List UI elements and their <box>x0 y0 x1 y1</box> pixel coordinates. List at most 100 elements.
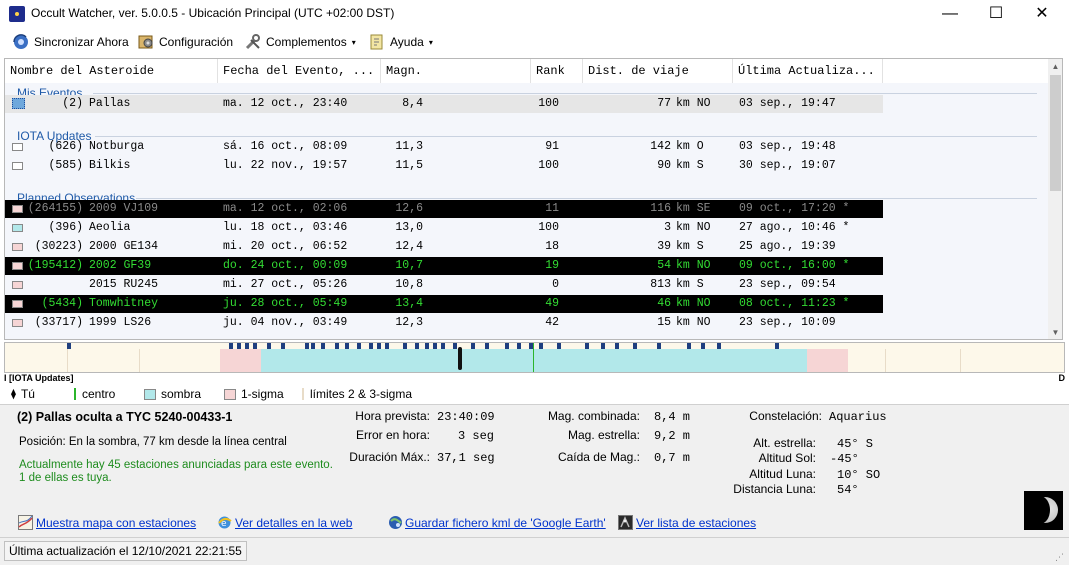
group-divider <box>136 198 1037 199</box>
column-header-asteroid[interactable]: Nombre del Asteroide <box>5 59 218 83</box>
event-status-flag-icon <box>12 319 23 327</box>
event-date: do. 24 oct., 00:09 <box>223 259 348 272</box>
timeline-station-tick <box>717 343 721 349</box>
event-rank: 100 <box>538 159 559 172</box>
list-header: Nombre del Asteroide Fecha del Evento, .… <box>5 59 1050 83</box>
event-row[interactable]: (585) Bilkis lu. 22 nov., 19:57 11,5 100 90 km… <box>5 157 883 175</box>
event-magnitude: 10,8 <box>395 278 423 291</box>
event-row[interactable]: (5434) Tomwhitney ju. 28 oct., 05:49 13,4 49… <box>5 295 883 313</box>
last-update-status: Última actualización el 12/10/2021 22:21… <box>4 541 247 561</box>
event-rank: 19 <box>545 259 559 272</box>
legend-you: ⧫ Tú <box>11 387 35 401</box>
column-header-date[interactable]: Fecha del Evento, ... <box>218 59 381 83</box>
event-row[interactable]: (264155) 2009 VJ109 ma. 12 oct., 02:06 12,6… <box>5 200 883 218</box>
view-web-details-link[interactable]: Ver detalles en la web <box>235 516 352 530</box>
plugins-menu[interactable]: Complementos ▾ <box>244 32 356 52</box>
event-status-flag-icon <box>12 143 23 151</box>
timeline-station-tick <box>557 343 561 349</box>
timeline-station-tick <box>237 343 241 349</box>
event-row[interactable]: (33717) 1999 LS26 ju. 04 nov., 03:49 12,3 42… <box>5 314 883 332</box>
event-last-updated: 09 oct., 17:20 * <box>739 202 850 215</box>
event-rank: 11 <box>545 202 559 215</box>
event-magnitude: 11,5 <box>395 159 423 172</box>
timeline-station-tick <box>415 343 419 349</box>
moon-altitude-value: 10° SO <box>837 468 881 482</box>
timeline-station-tick <box>403 343 407 349</box>
asteroid-name: Notburga <box>89 140 145 153</box>
asteroid-name: 2009 VJ109 <box>89 202 159 215</box>
event-rank: 0 <box>552 278 559 291</box>
column-header-updated[interactable]: Última Actualiza... <box>733 59 883 83</box>
configuration-menu[interactable]: Configuración <box>137 32 233 52</box>
show-stations-map-link[interactable]: Muestra mapa con estaciones <box>36 516 196 530</box>
timeline-station-tick <box>441 343 445 349</box>
timeline-station-tick <box>433 343 437 349</box>
event-row[interactable]: (626) Notburga sá. 16 oct., 08:09 11,3 91 142… <box>5 138 883 156</box>
timeline-station-tick <box>775 343 779 349</box>
event-last-updated: 27 ago., 10:46 * <box>739 221 850 234</box>
event-distance: 54 <box>657 259 671 272</box>
event-row[interactable]: (30223) 2000 GE134 mi. 20 oct., 06:52 12,4 1… <box>5 238 883 256</box>
event-direction: km NO <box>676 259 711 272</box>
asteroid-number: (5434) <box>41 297 83 310</box>
event-row[interactable]: (195412) 2002 GF39 do. 24 oct., 00:09 10,7 1… <box>5 257 883 275</box>
event-title: (2) Pallas oculta a TYC 5240-00433-1 <box>17 410 233 424</box>
group-divider <box>95 136 1037 137</box>
asteroid-number <box>27 276 83 294</box>
timeline-station-tick <box>281 343 285 349</box>
event-row[interactable]: 2015 RU245 mi. 27 oct., 05:26 10,8 0 813 km S… <box>5 276 883 294</box>
asteroid-name: 2000 GE134 <box>89 240 159 253</box>
event-direction: km NO <box>676 221 711 234</box>
group-divider <box>93 93 1037 94</box>
title-bar[interactable]: Occult Watcher, ver. 5.0.0.5 - Ubicación… <box>0 0 1069 28</box>
sun-altitude-label: Altitud Sol: <box>758 451 816 465</box>
constellation-value: Aquarius <box>829 410 887 424</box>
legend-centre: centro <box>74 387 115 401</box>
timeline-your-position-marker[interactable] <box>458 347 462 370</box>
minimize-button[interactable]: — <box>927 0 973 28</box>
column-header-rank[interactable]: Rank <box>531 59 583 83</box>
event-last-updated: 30 sep., 19:07 <box>739 159 836 172</box>
timeline-station-tick <box>253 343 257 349</box>
event-row[interactable]: (2) Pallas ma. 12 oct., 23:40 8,4 100 77 km NO… <box>5 95 883 113</box>
save-google-earth-kml-link[interactable]: Guardar fichero kml de 'Google Earth' <box>405 516 606 530</box>
scroll-down-arrow-icon[interactable]: ▼ <box>1048 325 1062 339</box>
svg-text:e: e <box>221 519 227 529</box>
window-title: Occult Watcher, ver. 5.0.0.5 - Ubicación… <box>31 6 395 20</box>
list-rows: Mis Eventos IOTA Updates Planned Observa… <box>5 83 1048 339</box>
event-status-flag-icon <box>12 98 25 109</box>
event-date: ma. 12 oct., 23:40 <box>223 97 348 110</box>
event-details-panel: (2) Pallas oculta a TYC 5240-00433-1 Pos… <box>0 404 1069 537</box>
event-row[interactable]: (396) Aeolia lu. 18 oct., 03:46 13,0 100 3 km … <box>5 219 883 237</box>
asteroid-name: Pallas <box>89 97 131 110</box>
view-stations-list-link[interactable]: Ver lista de estaciones <box>636 516 756 530</box>
resize-grip-icon[interactable]: ⋰ <box>1055 551 1067 563</box>
event-last-updated: 23 sep., 09:54 <box>739 278 836 291</box>
scroll-up-arrow-icon[interactable]: ▲ <box>1048 59 1062 75</box>
timeline-station-tick <box>267 343 271 349</box>
sync-now-menu[interactable]: Sincronizar Ahora <box>12 32 129 52</box>
maximize-button[interactable]: ☐ <box>973 0 1019 28</box>
timeline-station-tick <box>687 343 691 349</box>
max-duration-value: 37,1 seg <box>437 451 495 465</box>
column-header-mag[interactable]: Magn. <box>381 59 531 83</box>
asteroid-number: (30223) <box>34 240 83 253</box>
event-status-flag-icon <box>12 205 23 213</box>
events-list[interactable]: Nombre del Asteroide Fecha del Evento, .… <box>4 58 1063 340</box>
event-status-flag-icon <box>12 243 23 251</box>
configuration-label: Configuración <box>159 35 234 49</box>
scrollbar-thumb[interactable] <box>1050 75 1061 191</box>
event-distance: 813 <box>650 278 671 291</box>
timeline-station-tick <box>305 343 309 349</box>
event-date: lu. 18 oct., 03:46 <box>223 221 348 234</box>
event-timeline[interactable] <box>4 342 1065 373</box>
column-header-distance[interactable]: Dist. de viaje <box>583 59 733 83</box>
mag-drop-label: Caída de Mag.: <box>557 450 640 464</box>
legend-shadow: sombra <box>144 387 201 401</box>
help-menu[interactable]: Ayuda ▾ <box>368 32 433 52</box>
close-button[interactable]: ✕ <box>1019 0 1065 28</box>
vertical-scrollbar[interactable]: ▲ ▼ <box>1048 59 1062 339</box>
event-rank: 18 <box>545 240 559 253</box>
sun-altitude-value: -45° <box>830 452 859 466</box>
event-distance: 39 <box>657 240 671 253</box>
